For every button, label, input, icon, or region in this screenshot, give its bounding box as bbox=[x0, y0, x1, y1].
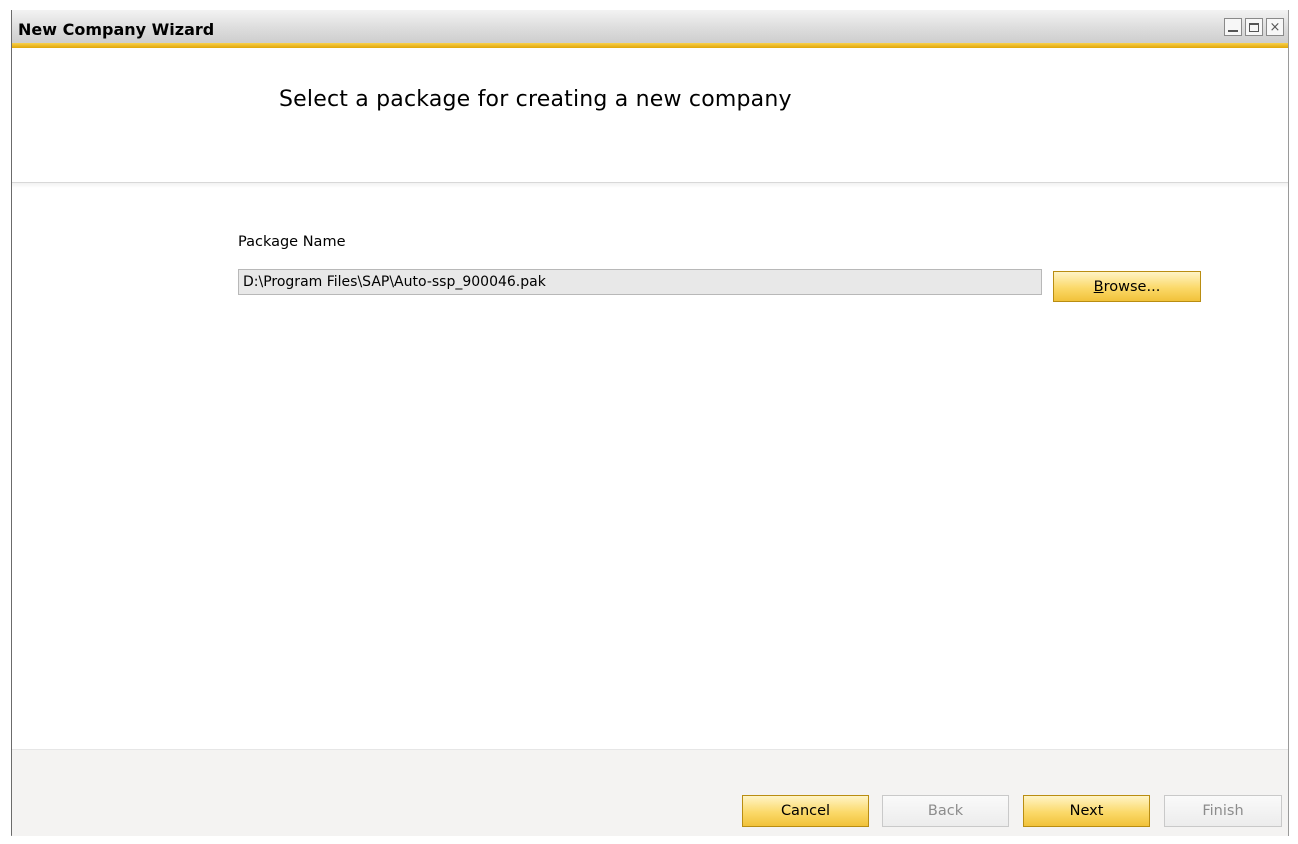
wizard-window: New Company Wizard × Select a package fo… bbox=[11, 10, 1289, 836]
cancel-button[interactable]: Cancel bbox=[742, 795, 869, 827]
browse-mnemonic: B bbox=[1093, 278, 1104, 295]
window-controls: × bbox=[1224, 18, 1284, 36]
page-title: Select a package for creating a new comp… bbox=[279, 87, 792, 112]
wizard-footer: Cancel Back Next Finish bbox=[12, 749, 1288, 836]
browse-label: rowse... bbox=[1103, 278, 1161, 295]
header-divider bbox=[12, 182, 1288, 188]
window-title: New Company Wizard bbox=[18, 20, 215, 39]
minimize-icon[interactable] bbox=[1224, 18, 1242, 36]
next-button[interactable]: Next bbox=[1023, 795, 1150, 827]
title-accent-bar bbox=[12, 43, 1288, 48]
wizard-header: Select a package for creating a new comp… bbox=[12, 53, 1288, 183]
finish-button[interactable]: Finish bbox=[1164, 795, 1282, 827]
maximize-icon[interactable] bbox=[1245, 18, 1263, 36]
browse-button[interactable]: Browse... bbox=[1053, 271, 1201, 302]
package-name-input[interactable] bbox=[238, 269, 1042, 295]
package-name-label: Package Name bbox=[238, 234, 346, 250]
title-bar[interactable]: New Company Wizard × bbox=[12, 10, 1288, 48]
close-icon[interactable]: × bbox=[1266, 18, 1284, 36]
back-button[interactable]: Back bbox=[882, 795, 1009, 827]
